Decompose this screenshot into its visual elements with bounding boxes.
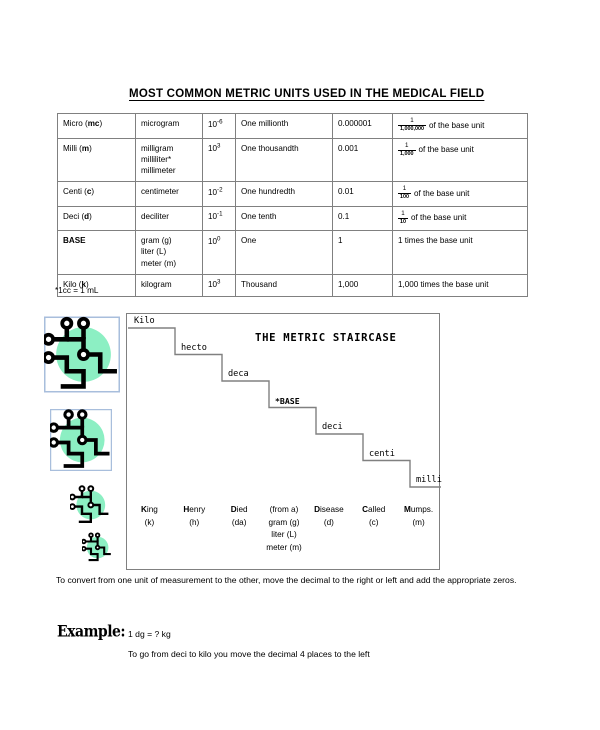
cell-relation: 1 1,000 of the base unit [392,137,528,183]
cell-prefix: Milli (m) [57,137,136,183]
table-row: Centi (c) centimeter 10-2 One hundredth 0.01… [57,181,528,207]
cell-power: 10-6 [202,113,236,139]
mnemonic-item: Henry (h) [183,505,206,527]
table-row: Deci (d) deciliter 10-1 One tenth 0.1 1 10 of t… [57,205,528,232]
table-footnote: *1cc = 1 mL [55,286,99,295]
cell-decimal: 0.000001 [332,113,393,139]
mnemonic-item: King (k) [141,505,158,527]
cell-unit-names: gram (g) liter (L) meter (m) [135,230,203,275]
example-explanation: To go from deci to kilo you move the dec… [128,649,370,659]
cell-meaning: One thousandth [235,137,333,183]
cell-decimal: 0.001 [332,137,393,183]
cell-decimal: 0.1 [332,205,393,232]
metric-units-table: Micro (mc) microgram 10-6 One millionth 0.00… [57,113,528,297]
cell-power: 10-2 [202,181,236,207]
mnemonic-item: Called (c) [362,505,386,527]
cell-relation: 1 100 of the base unit [392,181,528,207]
metric-staircase-diagram: THE METRIC STAIRCASE Kilo hecto deca *BASE d… [126,313,442,570]
mnemonic-item: (from a) gram (g) liter (L) meter (m) [266,505,302,553]
example-label: Example: [57,623,126,641]
staircase-step-kilo: Kilo [134,316,155,326]
cell-prefix: Deci (d) [57,205,136,232]
cell-unit-names: deciliter [135,205,203,232]
cell-unit-names: microgram [135,113,203,139]
circuit-staircase-icon [50,408,112,472]
table-row: Micro (mc) microgram 10-6 One millionth 0.00… [57,113,528,139]
example-equation: 1 dg = ? kg [128,629,171,639]
cell-unit-names: milligram milliliter* millimeter [135,137,203,183]
staircase-step-hecto: hecto [181,342,207,353]
cell-meaning: One tenth [235,205,333,232]
staircase-step-deca: deca [228,369,249,379]
table-row: Milli (m) milligram milliliter* millimeter 1… [57,137,528,183]
cell-meaning: Thousand [235,273,333,297]
cell-unit-names: centimeter [135,181,203,207]
staircase-step-base: *BASE [275,395,300,406]
table-row: BASE gram (g) liter (L) meter (m) 100 One 1 1 t… [57,230,528,275]
cell-relation: 1 times the base unit [392,230,528,275]
cell-relation: 1,000 times the base unit [392,273,528,297]
cell-relation: 1 10 of the base unit [392,205,528,232]
staircase-step-milli: milli [416,475,442,485]
cell-decimal: 1 [332,230,393,275]
cell-decimal: 1,000 [332,273,393,297]
cell-relation: 1 1,000,000 of the base unit [392,113,528,139]
cell-power: 103 [202,137,236,183]
mnemonic-item: Disease (d) [314,505,344,527]
staircase-step-centi: centi [369,448,395,459]
cell-meaning: One millionth [235,113,333,139]
cell-unit-names: kilogram [135,273,203,297]
cell-prefix: Centi (c) [57,181,136,207]
mnemonic-row: King (k) Henry (h) Died (da) (from a) gram (g) l… [127,504,441,555]
mnemonic-item: Died (da) [230,505,248,527]
cell-power: 100 [202,230,236,275]
circuit-staircase-icon [82,532,112,563]
cell-power: 10-1 [202,205,236,232]
table-row: Kilo (k) kilogram 103 Thousand 1,000 1,000 ti… [57,273,528,297]
circuit-staircase-icon [44,315,120,394]
cell-prefix: Micro (mc) [57,113,136,139]
staircase-step-deci: deci [322,422,343,432]
cell-meaning: One [235,230,333,275]
cell-meaning: One hundredth [235,181,333,207]
cell-power: 103 [202,273,236,297]
conversion-instructions: To convert from one unit of measurement … [56,575,517,585]
mnemonic-item: Mumps. (m) [404,505,434,527]
page-title: MOST COMMON METRIC UNITS USED IN THE MED… [129,88,485,100]
circuit-staircase-icon [70,484,110,526]
cell-prefix: BASE [57,230,136,275]
cell-decimal: 0.01 [332,181,393,207]
